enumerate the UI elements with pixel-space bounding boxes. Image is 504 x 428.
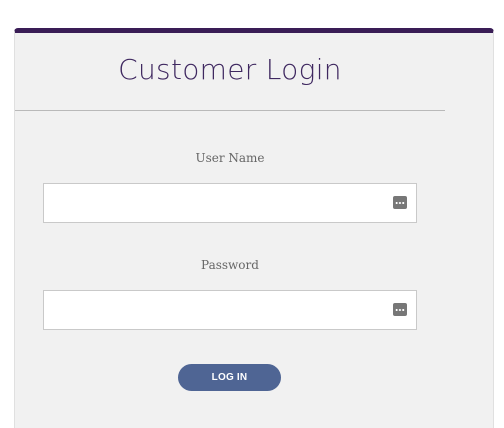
username-field-container: [43, 183, 417, 223]
password-manager-icon[interactable]: [393, 303, 407, 316]
password-input[interactable]: [44, 291, 384, 329]
title-divider: [15, 110, 445, 111]
login-card: Customer Login User Name Password LOG IN: [14, 28, 494, 428]
password-manager-icon[interactable]: [393, 196, 407, 209]
username-label: User Name: [195, 151, 265, 165]
password-label: Password: [201, 258, 259, 272]
password-field-container: [43, 290, 417, 330]
username-input[interactable]: [44, 184, 384, 222]
page-title: Customer Login: [118, 53, 342, 86]
login-button[interactable]: LOG IN: [178, 364, 281, 391]
